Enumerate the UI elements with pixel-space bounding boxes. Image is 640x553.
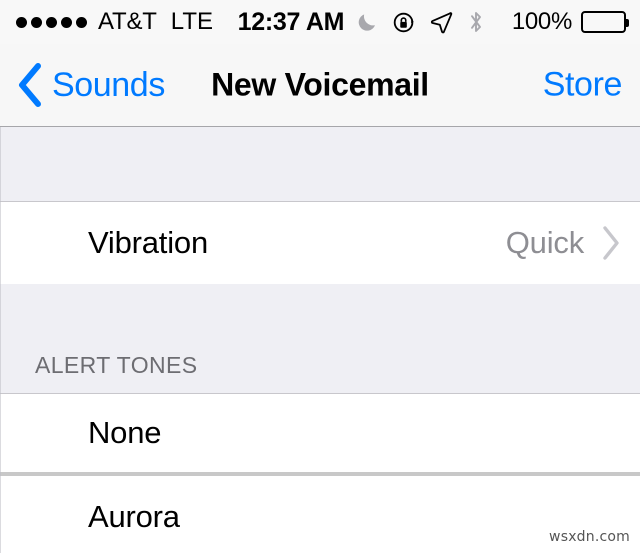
battery-full-icon [581, 11, 629, 33]
battery-percent-label: 100% [511, 8, 572, 35]
section-gap-top [0, 127, 640, 202]
bluetooth-icon [465, 9, 487, 35]
section-header-alert-tones: ALERT TONES [0, 284, 640, 394]
signal-dot [31, 16, 42, 28]
row-vibration-label: Vibration [88, 225, 208, 260]
status-bar: AT&T LTE 12:37 AM 100% [0, 0, 640, 44]
ios-settings-screen: AT&T LTE 12:37 AM 100% Sounds New Voicem… [0, 0, 640, 553]
section-vibration: Vibration Quick [0, 202, 640, 284]
row-vibration[interactable]: Vibration Quick [0, 202, 640, 284]
signal-dot [76, 16, 87, 28]
network-type-label: LTE [170, 8, 213, 35]
clock-label: 12:37 AM [237, 7, 345, 36]
row-none[interactable]: None [0, 394, 640, 476]
signal-dot [61, 16, 72, 28]
signal-dot [16, 16, 27, 28]
status-bar-right: 100% [511, 8, 629, 36]
row-none-label: None [88, 415, 162, 450]
settings-table: Vibration Quick ALERT TONES None Aurora [0, 127, 640, 553]
row-vibration-value: Quick [505, 225, 584, 260]
signal-strength-dots [16, 16, 87, 28]
section-header-label: ALERT TONES [35, 352, 198, 378]
moon-icon [356, 10, 380, 34]
store-button[interactable]: Store [543, 66, 623, 105]
carrier-label: AT&T [98, 8, 157, 35]
disclosure-chevron-icon [600, 224, 622, 262]
location-arrow-icon [429, 10, 453, 34]
section-alert-tones: None Aurora [0, 394, 640, 553]
row-aurora-label: Aurora [88, 499, 180, 534]
watermark: wsxdn.com [549, 529, 630, 545]
portrait-orientation-lock-icon [392, 10, 417, 35]
row-aurora[interactable]: Aurora [0, 476, 640, 553]
navigation-bar: Sounds New Voicemail Store [0, 44, 640, 127]
status-bar-center: 12:37 AM [213, 8, 512, 37]
status-bar-left: AT&T LTE [16, 8, 213, 36]
signal-dot [46, 16, 57, 28]
